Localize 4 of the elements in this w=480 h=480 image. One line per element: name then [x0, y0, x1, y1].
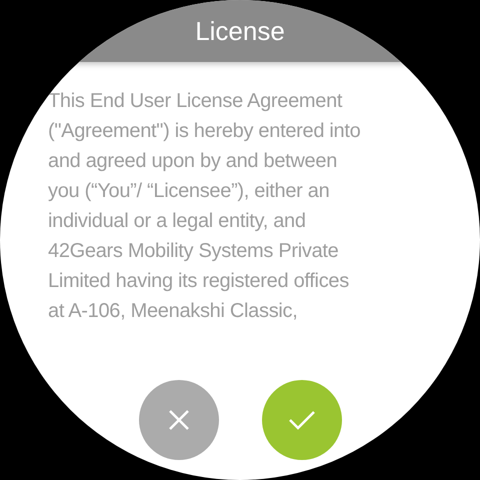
checkmark-icon — [288, 409, 316, 431]
title: License — [195, 16, 285, 46]
close-icon — [168, 409, 190, 431]
agreement-text: This End User License Agreement ("Agreement") is hereby entered into and agreed upon by and between you (“You”/ “Licensee”), either an individual or a legal entity, and 42Gears Mobility Systems Private Limited having its registered offices at A-106, Meenakshi Classic, — [48, 89, 362, 324]
